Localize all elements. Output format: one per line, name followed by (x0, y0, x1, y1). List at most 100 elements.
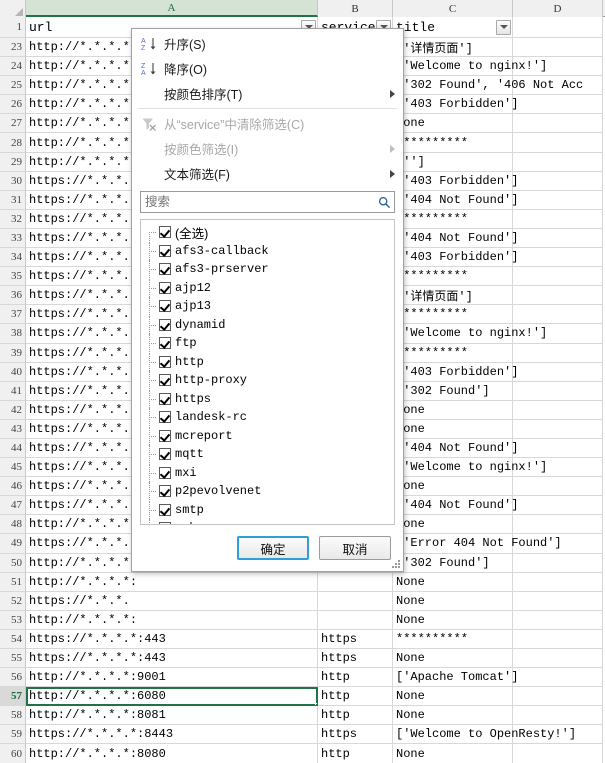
filter-check-row[interactable]: smtp (141, 500, 394, 520)
row-header-27[interactable]: 27 (0, 114, 26, 134)
row-header-56[interactable]: 56 (0, 668, 26, 688)
row-header-30[interactable]: 30 (0, 171, 26, 191)
cell-empty[interactable] (513, 381, 603, 401)
cell-service[interactable] (318, 572, 393, 592)
row-header-40[interactable]: 40 (0, 362, 26, 382)
row-header-1[interactable]: 1 (0, 17, 26, 38)
row-header-43[interactable]: 43 (0, 419, 26, 439)
cell-title[interactable]: ['404 Not Found'] (393, 190, 518, 210)
cell-title[interactable]: ['详情页面'] (393, 286, 513, 306)
cell-empty[interactable] (513, 687, 603, 707)
cell-url[interactable]: https://*.*.*.*:443 (26, 649, 318, 669)
header-cell-title[interactable]: title (393, 17, 513, 38)
cell-title[interactable]: ['详情页面'] (393, 38, 513, 58)
checkbox-icon[interactable] (159, 392, 171, 405)
column-header-d[interactable]: D (513, 0, 603, 17)
ok-button[interactable]: 确定 (237, 536, 309, 560)
filter-check-row[interactable]: landesk-rc (141, 408, 394, 427)
row-header-31[interactable]: 31 (0, 190, 26, 210)
cell-url[interactable]: http://*.*.*.*: (26, 610, 318, 630)
row-header-46[interactable]: 46 (0, 477, 26, 497)
cell-url[interactable]: https://*.*.*.*:443 (26, 629, 318, 649)
row-header-25[interactable]: 25 (0, 76, 26, 96)
cell-empty[interactable] (513, 152, 603, 172)
cell-title[interactable]: None (393, 572, 513, 592)
cell-title[interactable]: [''] (393, 152, 513, 172)
checkbox-icon[interactable] (159, 503, 171, 516)
cell-title[interactable]: ['Welcome to nginx!'] (393, 57, 547, 77)
cell-empty[interactable] (513, 496, 603, 516)
row-header-28[interactable]: 28 (0, 133, 26, 153)
cell-empty[interactable] (513, 114, 603, 134)
cell-title[interactable]: None (393, 706, 513, 726)
cell-title[interactable]: ['Error 404 Not Found'] (393, 534, 562, 554)
cell-empty[interactable] (513, 629, 603, 649)
filter-check-row[interactable]: (全选) (141, 223, 394, 242)
cell-title[interactable]: None (393, 477, 513, 497)
filter-check-row[interactable]: ftp (141, 334, 394, 353)
filter-check-row[interactable]: afs3-callback (141, 241, 394, 261)
cell-title[interactable]: ********** (393, 343, 513, 363)
filter-check-row[interactable]: http-proxy (141, 371, 394, 390)
cell-title[interactable]: ['404 Not Found'] (393, 496, 518, 516)
filter-check-row[interactable]: https (141, 389, 394, 409)
cell-empty[interactable] (513, 248, 603, 268)
row-header-59[interactable]: 59 (0, 725, 26, 745)
cell-url[interactable]: http://*.*.*.*:9001 (26, 668, 318, 688)
cell-title[interactable]: ['Welcome to OpenResty!'] (393, 725, 576, 745)
cell-empty[interactable] (513, 95, 603, 115)
cell-service[interactable]: http (318, 744, 393, 763)
checkbox-icon[interactable] (159, 263, 171, 276)
cell-title[interactable]: ['Welcome to nginx!'] (393, 458, 547, 478)
filter-check-row[interactable]: ajp13 (141, 297, 394, 316)
filter-check-row[interactable]: dynamid (141, 315, 394, 335)
cell-empty[interactable] (513, 228, 603, 249)
menu-item-sort_desc[interactable]: Z A 降序(O) (132, 56, 403, 81)
cell-title[interactable]: ['404 Not Found'] (393, 228, 518, 249)
cell-service[interactable]: https (318, 629, 393, 649)
cell-title[interactable]: ['302 Found', '406 Not Acc (393, 76, 583, 96)
cell-empty[interactable] (513, 649, 603, 669)
cell-url[interactable]: http://*.*.*.*: (26, 572, 318, 592)
cell-service[interactable] (318, 610, 393, 630)
checkbox-icon[interactable] (159, 226, 171, 239)
cell-title[interactable]: ********** (393, 267, 513, 287)
cell-empty[interactable] (513, 419, 603, 439)
row-header-34[interactable]: 34 (0, 248, 26, 268)
row-header-57[interactable]: 57 (0, 687, 26, 707)
row-header-38[interactable]: 38 (0, 324, 26, 344)
checkbox-icon[interactable] (159, 337, 171, 350)
cell-title[interactable]: ['Apache Tomcat'] (393, 668, 518, 688)
checkbox-icon[interactable] (159, 485, 171, 498)
cell-title[interactable]: ********** (393, 629, 513, 649)
cell-empty[interactable] (513, 305, 603, 325)
cell-service[interactable] (318, 591, 393, 611)
cell-empty[interactable] (513, 438, 603, 459)
cell-url[interactable]: http://*.*.*.*:8080 (26, 744, 318, 763)
filter-check-row[interactable]: mqtt (141, 445, 394, 464)
cell-empty[interactable] (513, 362, 603, 382)
checkbox-icon[interactable] (159, 448, 171, 461)
checkbox-icon[interactable] (159, 355, 171, 368)
checkbox-icon[interactable] (159, 318, 171, 331)
checkbox-icon[interactable] (159, 429, 171, 442)
cell-empty[interactable] (513, 267, 603, 287)
cell-title[interactable]: None (393, 400, 513, 420)
row-header-33[interactable]: 33 (0, 228, 26, 249)
filter-check-row[interactable]: ssh (141, 519, 394, 524)
cell-url[interactable]: http://*.*.*.*:8081 (26, 706, 318, 726)
row-header-42[interactable]: 42 (0, 400, 26, 420)
cell-title[interactable]: ********** (393, 305, 513, 325)
cell-empty[interactable] (513, 133, 603, 153)
cell-empty[interactable] (513, 171, 603, 191)
column-header-a[interactable]: A (26, 0, 318, 17)
cell-title[interactable]: ['Welcome to nginx!'] (393, 324, 547, 344)
cell-title[interactable]: None (393, 744, 513, 763)
fill-handle[interactable] (315, 703, 317, 706)
cell-title[interactable]: None (393, 649, 513, 669)
row-header-23[interactable]: 23 (0, 38, 26, 58)
row-header-49[interactable]: 49 (0, 534, 26, 554)
cell-title[interactable]: None (393, 515, 513, 535)
checkbox-icon[interactable] (159, 411, 171, 424)
cell-empty[interactable] (513, 668, 603, 688)
